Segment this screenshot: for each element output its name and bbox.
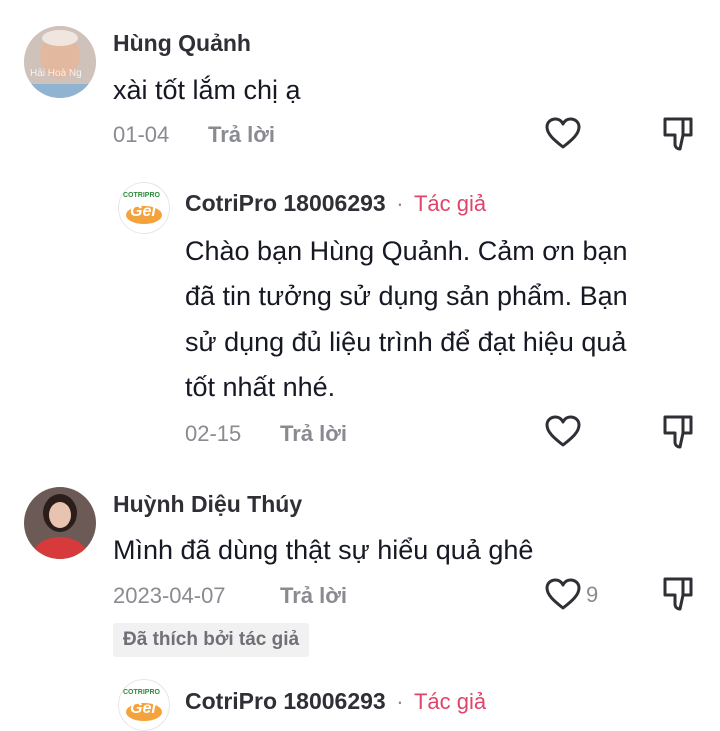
reply-header: CotriPro 18006293 · Tác giả [185,190,486,217]
logo-text-top: COTRIPRO [123,192,160,199]
logo-text-bottom: Gel [130,203,156,220]
reply-username[interactable]: CotriPro 18006293 [185,688,386,714]
dislike-icon[interactable] [661,576,695,612]
author-tag: Tác giả [413,191,487,216]
reply-text-line: đã tin tưởng sử dụng sản phẩm. Bạn [185,281,628,311]
reply-date: 02-15 [185,421,242,446]
heart-icon[interactable] [544,116,582,150]
dislike-icon[interactable] [661,116,695,152]
logo-text-bottom: Gel [130,700,156,717]
author-tag: Tác giả [413,689,487,714]
comment-text: xài tốt lắm chị ạ [113,75,301,105]
reply-header: CotriPro 18006293 · Tác giả [185,688,486,715]
reply-username[interactable]: CotriPro 18006293 [185,190,386,216]
logo-text-top: COTRIPRO [123,689,160,696]
reply-text-line: tốt nhất nhé. [185,372,336,402]
reply-button[interactable]: Trả lời [280,583,347,609]
reply-text-line: Chào bạn Hùng Quảnh. Cảm ơn bạn [185,236,628,266]
comment-text: Mình đã dùng thật sự hiểu quả ghê [113,535,534,565]
reply-button[interactable]: Trả lời [208,122,275,148]
avatar-huynh-dieu-thuy[interactable] [24,487,96,559]
comment-date: 2023-04-07 [113,583,226,608]
avatar-hung-quanh[interactable] [24,26,96,98]
separator-dot: · [396,689,404,714]
liked-by-author-badge: Đã thích bởi tác giả [113,623,310,657]
comment-username[interactable]: Huỳnh Diệu Thúy [113,491,302,518]
avatar-image [24,26,96,98]
like-count: 9 [586,582,599,607]
reply-text-line: sử dụng đủ liệu trình để đạt hiệu quả [185,327,627,357]
avatar-image [24,487,96,559]
comment-date: 01-04 [113,122,170,147]
heart-icon[interactable] [544,414,582,448]
reply-button[interactable]: Trả lời [280,421,347,447]
separator-dot: · [396,191,404,216]
dislike-icon[interactable] [661,414,695,450]
heart-icon[interactable] [544,577,582,611]
comment-username[interactable]: Hùng Quảnh [113,30,251,57]
avatar-watermark: Hải Hoà Ng [30,68,82,79]
